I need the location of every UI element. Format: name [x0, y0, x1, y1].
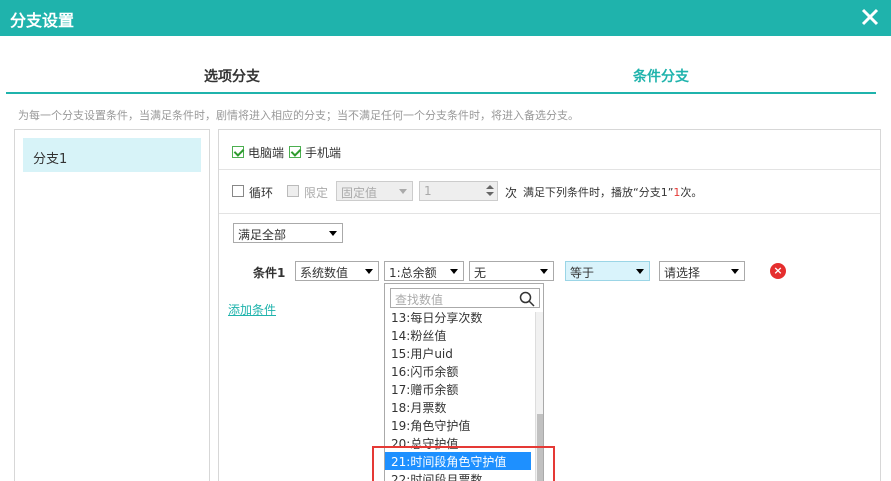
limit-label: 限定: [304, 186, 329, 200]
condition-field-select[interactable]: 1:总余额: [384, 261, 464, 281]
loop-label: 循环: [249, 186, 274, 200]
chevron-down-icon: [399, 189, 407, 194]
tab-option-branch[interactable]: 选项分支: [204, 66, 260, 86]
chevron-down-icon: [731, 269, 739, 274]
list-item[interactable]: 16:闪币余额: [385, 362, 531, 380]
mobile-checkbox[interactable]: [289, 146, 301, 158]
dropdown-scrollbar[interactable]: [535, 312, 543, 481]
list-item[interactable]: 15:用户uid: [385, 344, 531, 362]
play-description-suffix: 次。: [680, 186, 703, 199]
condition-target-value: 请选择: [664, 266, 701, 280]
condition-operator-select[interactable]: 等于: [565, 261, 650, 281]
condition-modifier-value: 无: [474, 266, 487, 280]
match-mode-select[interactable]: 满足全部: [233, 223, 343, 243]
count-stepper[interactable]: 1: [419, 181, 498, 201]
stepper-down-icon[interactable]: [486, 192, 494, 196]
pc-label: 电脑端: [248, 146, 285, 160]
list-item[interactable]: 14:粉丝值: [385, 326, 531, 344]
list-item[interactable]: 17:赠币余额: [385, 380, 531, 398]
condition-field-value: 1:总余额: [389, 266, 437, 280]
dialog-title: 分支设置: [10, 11, 75, 30]
condition-target-select[interactable]: 请选择: [659, 261, 745, 281]
list-item-selected[interactable]: 21:时间段角色守护值: [385, 452, 531, 470]
chevron-down-icon: [540, 269, 548, 274]
close-icon[interactable]: [859, 6, 881, 28]
mobile-label: 手机端: [305, 146, 342, 160]
tab-condition-branch[interactable]: 条件分支: [633, 66, 689, 86]
match-mode-value: 满足全部: [238, 228, 287, 242]
add-condition-link[interactable]: 添加条件: [228, 301, 276, 318]
stepper-up-icon[interactable]: [486, 185, 494, 189]
instructions-text: 为每一个分支设置条件，当满足条件时，剧情将进入相应的分支；当不满足任何一个分支条…: [18, 109, 579, 122]
loop-checkbox[interactable]: [232, 185, 244, 197]
count-value: 1: [424, 184, 432, 198]
field-dropdown: 查找数值 13:每日分享次数 14:粉丝值 15:用户uid 16:闪币余额 1…: [384, 283, 544, 481]
pc-checkbox[interactable]: [232, 146, 244, 158]
branch-item[interactable]: 分支1: [23, 138, 201, 172]
list-item[interactable]: 22:时间段月票数: [385, 470, 531, 481]
loop-row: 循环 限定 固定值 1 次 满足下列条件时，播放“分支1”1次。: [219, 170, 880, 214]
condition-source-value: 系统数值: [300, 266, 349, 280]
limit-mode-select[interactable]: 固定值: [336, 181, 413, 201]
chevron-down-icon: [636, 269, 644, 274]
dialog-titlebar: 分支设置: [0, 0, 891, 36]
list-item[interactable]: 20:总守护值: [385, 434, 531, 452]
dropdown-list: 13:每日分享次数 14:粉丝值 15:用户uid 16:闪币余额 17:赠币余…: [385, 312, 535, 481]
condition-source-select[interactable]: 系统数值: [295, 261, 379, 281]
list-item[interactable]: 13:每日分享次数: [385, 312, 531, 326]
list-item[interactable]: 18:月票数: [385, 398, 531, 416]
chevron-down-icon: [329, 231, 337, 236]
search-placeholder: 查找数值: [395, 293, 444, 307]
search-input[interactable]: 查找数值: [390, 288, 540, 308]
play-description-prefix: 满足下列条件时，播放“分支1”: [523, 186, 674, 199]
play-description: 满足下列条件时，播放“分支1”1次。: [523, 184, 702, 200]
list-item[interactable]: 19:角色守护值: [385, 416, 531, 434]
chevron-down-icon: [450, 269, 458, 274]
condition-label: 条件1: [253, 266, 286, 280]
search-icon[interactable]: [519, 291, 535, 307]
count-unit: 次: [505, 186, 518, 200]
limit-mode-value: 固定值: [341, 186, 378, 200]
platform-row: 电脑端 手机端: [219, 130, 880, 170]
condition-modifier-select[interactable]: 无: [469, 261, 554, 281]
branch-tabs: 选项分支 条件分支: [6, 62, 876, 94]
condition-operator-value: 等于: [570, 266, 595, 280]
chevron-down-icon: [365, 269, 373, 274]
delete-icon[interactable]: ×: [770, 263, 786, 279]
branch-list: 分支1: [14, 129, 210, 481]
branch-settings-panel: 电脑端 手机端 循环 限定 固定值 1 次 满足下列条件时，播放“分支1”1次。…: [218, 129, 881, 481]
scrollbar-thumb[interactable]: [537, 414, 543, 481]
limit-checkbox[interactable]: [287, 185, 299, 197]
